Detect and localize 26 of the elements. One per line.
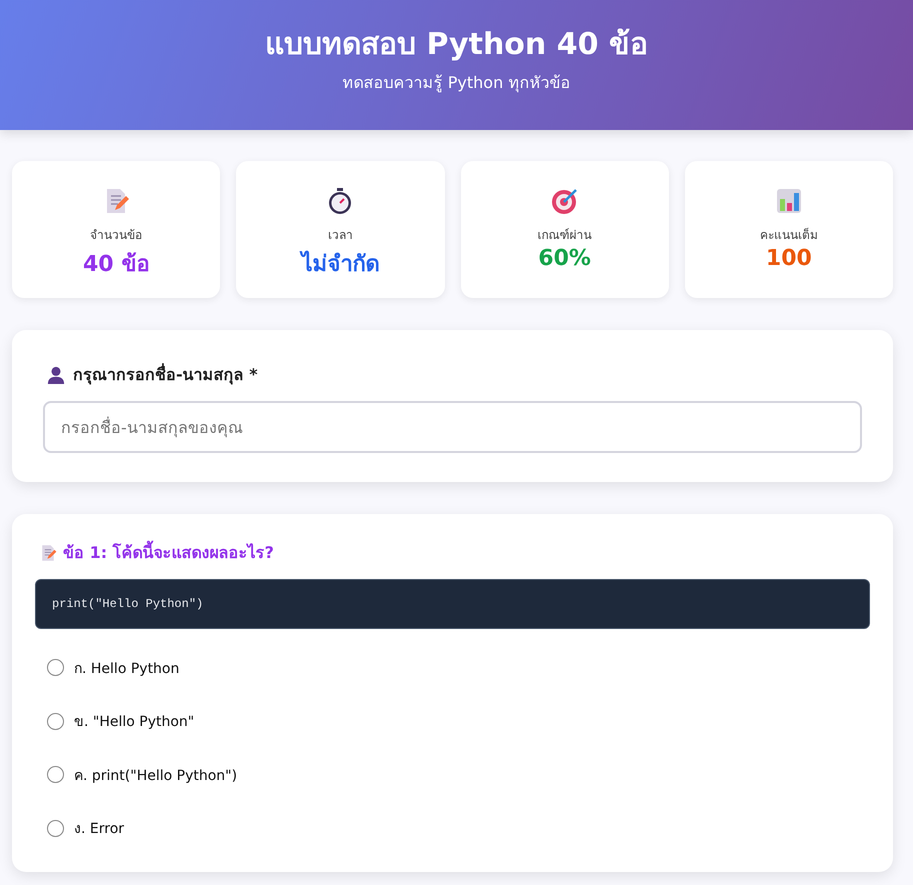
stat-label: เกณฑ์ผ่าน — [538, 227, 592, 244]
name-label: กรุณากรอกชื่อ-นามสกุล * — [73, 362, 258, 386]
stat-value: 60% — [538, 246, 591, 271]
stat-label: เวลา — [328, 227, 353, 244]
name-input-field[interactable]: กรอกชื่อ-นามสกุลของคุณ — [43, 401, 862, 453]
radio-button[interactable] — [47, 766, 64, 784]
option-label[interactable]: ง. Error — [74, 817, 124, 840]
option-label[interactable]: ข. "Hello Python" — [74, 710, 194, 732]
person-icon — [47, 366, 65, 384]
radio-button[interactable] — [47, 659, 64, 676]
document-pencil-icon — [39, 544, 57, 562]
code-block: print("Hello Python") — [35, 579, 870, 629]
stat-value: 40 ข้อ — [82, 251, 150, 279]
stat-label: จำนวนข้อ — [90, 227, 142, 244]
stat-value: 100 — [766, 246, 812, 271]
radio-button[interactable] — [47, 712, 64, 730]
option-label[interactable]: ก. Hello Python — [74, 656, 180, 679]
radio-button[interactable] — [47, 820, 64, 837]
page-title: แบบทดสอบ Python 40 ข้อ — [264, 26, 649, 64]
question-title: ข้อ 1: โค้ดนี้จะแสดงผลอะไร? — [63, 540, 274, 565]
page-subtitle: ทดสอบความรู้ Python ทุกหัวข้อ — [342, 72, 572, 94]
target-icon — [550, 187, 579, 215]
option-label[interactable]: ค. print("Hello Python") — [74, 764, 238, 786]
stat-value: ไม่จำกัด — [301, 250, 380, 279]
bar-chart-icon — [774, 187, 803, 215]
stat-label: คะแนนเต็ม — [760, 226, 818, 244]
